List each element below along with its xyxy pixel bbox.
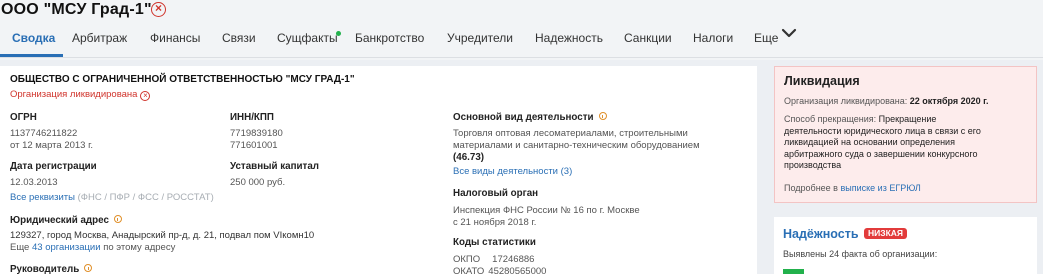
okpo-row: ОКПО 17246886: [453, 254, 534, 266]
inn-kpp-label: ИНН/КПП: [230, 112, 274, 123]
okpo-label: ОКПО: [453, 254, 481, 265]
termination-method-text-2: деятельности юридического лица в связи с…: [784, 125, 981, 136]
chevron-down-icon[interactable]: [781, 28, 797, 38]
director-label-row: Руководитель: [10, 264, 93, 274]
ogrn-date: от 12 марта 2013 г.: [10, 140, 94, 151]
liquidation-title: Ликвидация: [784, 74, 860, 88]
tab-summary[interactable]: Сводка: [12, 31, 55, 45]
tab-links[interactable]: Связи: [222, 31, 256, 45]
activity-line-1: Торговля оптовая лесоматериалами, строит…: [453, 128, 688, 139]
okato-label: ОКАТО: [453, 266, 485, 274]
tab-facts[interactable]: Сущфакты: [277, 31, 338, 45]
summary-card: ОБЩЕСТВО С ОГРАНИЧЕННОЙ ОТВЕТСТВЕННОСТЬЮ…: [0, 66, 757, 274]
company-title: ООО "МСУ Град-1": [1, 1, 152, 18]
tax-authority-line-2: с 21 ноября 2018 г.: [453, 217, 537, 228]
termination-method-text-4: арбитражного суда о завершении конкурсно…: [784, 148, 978, 159]
termination-method-text-3: ликвидацией на основании определения: [784, 137, 955, 147]
activity-line-2: материалами и санитарно-техническим обор…: [453, 140, 700, 151]
tab-reliability[interactable]: Надежность: [535, 31, 603, 45]
reliability-title-link[interactable]: Надёжность: [783, 227, 859, 241]
tabs-divider: [0, 57, 1043, 58]
inn-value: 7719839180: [230, 128, 283, 139]
liquidation-card: Ликвидация Организация ликвидирована: 22…: [774, 66, 1037, 203]
termination-method-text-5: производства: [784, 160, 842, 170]
okato-row: ОКАТО 45280565000: [453, 266, 546, 274]
activity-label-row: Основной вид деятельности: [453, 112, 607, 124]
activity-code: (46.73): [453, 152, 485, 163]
termination-method-text-1: Прекращение: [878, 114, 937, 124]
info-icon[interactable]: [598, 112, 607, 120]
activity-label: Основной вид деятельности: [453, 112, 594, 123]
tax-authority-line-1: Инспекция ФНС России № 16 по г. Москве: [453, 205, 640, 216]
close-circle-icon: ×: [140, 91, 151, 101]
liquidation-date-row: Организация ликвидирована: 22 октября 20…: [784, 95, 989, 107]
tab-bankruptcy[interactable]: Банкротство: [355, 31, 424, 45]
address-value: 129327, город Москва, Анадырский пр-д, д…: [10, 230, 315, 241]
egrul-row: Подробнее в выписке из ЕГРЮЛ: [784, 182, 921, 194]
all-activities-link[interactable]: Все виды деятельности (3): [453, 166, 572, 178]
liquidated-status-text: Организация ликвидирована: [10, 89, 138, 100]
facts-summary: Выявлены 24 факта об организации:: [783, 249, 938, 259]
tab-taxes[interactable]: Налоги: [693, 31, 733, 45]
reg-date-label: Дата регистрации: [10, 161, 97, 172]
termination-method: Способ прекращения: Прекращение деятельн…: [784, 114, 981, 172]
address-label-row: Юридический адрес: [10, 215, 122, 227]
info-icon[interactable]: [84, 264, 93, 272]
tax-authority-label: Налоговый орган: [453, 188, 539, 199]
requisites-row: Все реквизиты (ФНС / ПФР / ФСС / РОССТАТ…: [10, 192, 214, 204]
tab-founders[interactable]: Учредители: [447, 31, 513, 45]
stat-codes-label: Коды статистики: [453, 237, 536, 248]
termination-method-label: Способ прекращения:: [784, 114, 877, 124]
address-label: Юридический адрес: [10, 215, 109, 226]
tab-sanctions[interactable]: Санкции: [624, 31, 672, 45]
all-requisites-link[interactable]: Все реквизиты: [10, 192, 75, 203]
okpo-value: 17246886: [492, 254, 535, 265]
requisites-sources: (ФНС / ПФР / ФСС / РОССТАТ): [77, 192, 214, 203]
close-circle-icon[interactable]: ×: [151, 2, 166, 17]
liquidation-date-label: Организация ликвидирована:: [784, 96, 908, 106]
tab-arbitration[interactable]: Арбитраж: [72, 31, 127, 45]
kpp-value: 771601001: [230, 140, 278, 151]
capital-label: Уставный капитал: [230, 161, 319, 172]
capital-value: 250 000 руб.: [230, 177, 286, 188]
reg-date-value: 12.03.2013: [10, 177, 58, 188]
address-more-suffix: по этому адресу: [103, 242, 176, 253]
reliability-title-row: Надёжность НИЗКАЯ: [783, 227, 908, 241]
egrul-extract-link[interactable]: выписке из ЕГРЮЛ: [840, 183, 920, 193]
address-more-prefix: Еще: [10, 242, 30, 253]
liquidation-date-value: 22 октября 2020 г.: [909, 96, 989, 106]
reliability-card: Надёжность НИЗКАЯ Выявлены 24 факта об о…: [774, 217, 1037, 274]
director-label: Руководитель: [10, 264, 80, 274]
okato-value: 45280565000: [488, 266, 547, 274]
address-organizations-link[interactable]: 43 организации: [32, 242, 101, 253]
info-icon[interactable]: [113, 215, 122, 223]
ogrn-label: ОГРН: [10, 112, 37, 123]
fact-bar: [783, 269, 804, 274]
ogrn-value: 1137746211822: [10, 128, 78, 139]
full-company-name: ОБЩЕСТВО С ОГРАНИЧЕННОЙ ОТВЕТСТВЕННОСТЬЮ…: [10, 74, 355, 85]
page-header: ООО "МСУ Град-1" × Сводка Арбитраж Финан…: [0, 0, 1043, 60]
tab-finance[interactable]: Финансы: [150, 31, 200, 45]
tab-more[interactable]: Еще: [754, 31, 778, 45]
new-indicator-dot: [336, 31, 341, 36]
risk-badge: НИЗКАЯ: [864, 228, 908, 239]
tab-bar: Сводка Арбитраж Финансы Связи Сущфакты Б…: [0, 29, 820, 55]
egrul-prefix: Подробнее в: [784, 183, 838, 193]
address-more-row: Еще 43 организации по этому адресу: [10, 242, 175, 254]
liquidated-status: Организация ликвидирована ×: [10, 89, 151, 101]
